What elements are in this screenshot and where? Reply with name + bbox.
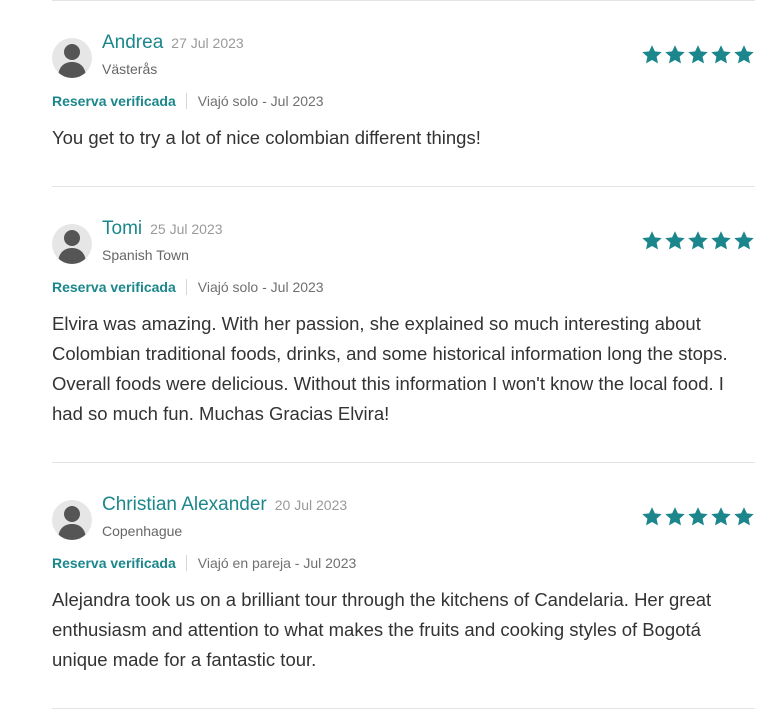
user-silhouette-icon bbox=[58, 230, 86, 264]
star-icon bbox=[710, 44, 732, 65]
verified-badge: Reserva verificada bbox=[52, 555, 176, 571]
verified-badge: Reserva verificada bbox=[52, 93, 176, 109]
user-silhouette-icon bbox=[58, 44, 86, 78]
star-rating bbox=[641, 44, 755, 65]
meta-separator bbox=[185, 93, 187, 109]
review-item: Tomi 25 Jul 2023 Spanish Town Reserva ver… bbox=[52, 218, 755, 434]
star-icon bbox=[664, 44, 686, 65]
star-icon bbox=[687, 506, 709, 527]
avatar bbox=[52, 500, 92, 540]
review-item: Andrea 27 Jul 2023 Västerås Reserva verif… bbox=[52, 32, 755, 158]
star-rating bbox=[641, 506, 755, 527]
star-icon bbox=[710, 506, 732, 527]
review-text: Elvira was amazing. With her passion, sh… bbox=[52, 313, 728, 424]
reviewer-location: Copenhague bbox=[102, 523, 183, 539]
reviewer-location: Västerås bbox=[102, 61, 158, 77]
trip-info: Viajó solo - Jul 2023 bbox=[197, 279, 324, 295]
reviewer-header: Christian Alexander 20 Jul 2023 bbox=[102, 494, 347, 516]
star-rating bbox=[641, 230, 755, 251]
star-icon bbox=[664, 230, 686, 251]
star-icon bbox=[664, 506, 686, 527]
review-meta: Reserva verificada Viajó solo - Jul 2023 bbox=[52, 279, 324, 295]
star-icon bbox=[733, 506, 755, 527]
review-meta: Reserva verificada Viajó en pareja - Jul… bbox=[52, 555, 356, 571]
trip-info: Viajó solo - Jul 2023 bbox=[197, 93, 324, 109]
review-date: 20 Jul 2023 bbox=[274, 497, 348, 513]
reviewer-name: Andrea bbox=[102, 32, 164, 53]
review-divider-top bbox=[52, 0, 755, 1]
review-text: Alejandra took us on a brilliant tour th… bbox=[52, 589, 712, 670]
trip-info: Viajó en pareja - Jul 2023 bbox=[197, 555, 357, 571]
reviewer-name: Tomi bbox=[102, 218, 143, 239]
verified-badge: Reserva verificada bbox=[52, 279, 176, 295]
star-icon bbox=[641, 506, 663, 527]
star-icon bbox=[733, 44, 755, 65]
reviewer-header: Tomi 25 Jul 2023 bbox=[102, 218, 223, 240]
avatar bbox=[52, 38, 92, 78]
review-divider bbox=[52, 186, 755, 187]
star-icon bbox=[687, 230, 709, 251]
review-divider bbox=[52, 708, 755, 709]
review-item: Christian Alexander 20 Jul 2023 Copenhagu… bbox=[52, 494, 755, 680]
review-meta: Reserva verificada Viajó solo - Jul 2023 bbox=[52, 93, 324, 109]
star-icon bbox=[733, 230, 755, 251]
meta-separator bbox=[185, 555, 187, 571]
user-silhouette-icon bbox=[58, 506, 86, 540]
star-icon bbox=[641, 44, 663, 65]
review-date: 25 Jul 2023 bbox=[150, 221, 223, 237]
avatar bbox=[52, 224, 92, 264]
star-icon bbox=[641, 230, 663, 251]
meta-separator bbox=[185, 279, 187, 295]
reviewer-location: Spanish Town bbox=[102, 247, 189, 263]
star-icon bbox=[710, 230, 732, 251]
reviewer-header: Andrea 27 Jul 2023 bbox=[102, 32, 244, 54]
reviewer-name: Christian Alexander bbox=[102, 494, 267, 515]
review-date: 27 Jul 2023 bbox=[171, 35, 244, 51]
review-divider bbox=[52, 462, 755, 463]
star-icon bbox=[687, 44, 709, 65]
review-text: You get to try a lot of nice colombian d… bbox=[52, 127, 481, 148]
